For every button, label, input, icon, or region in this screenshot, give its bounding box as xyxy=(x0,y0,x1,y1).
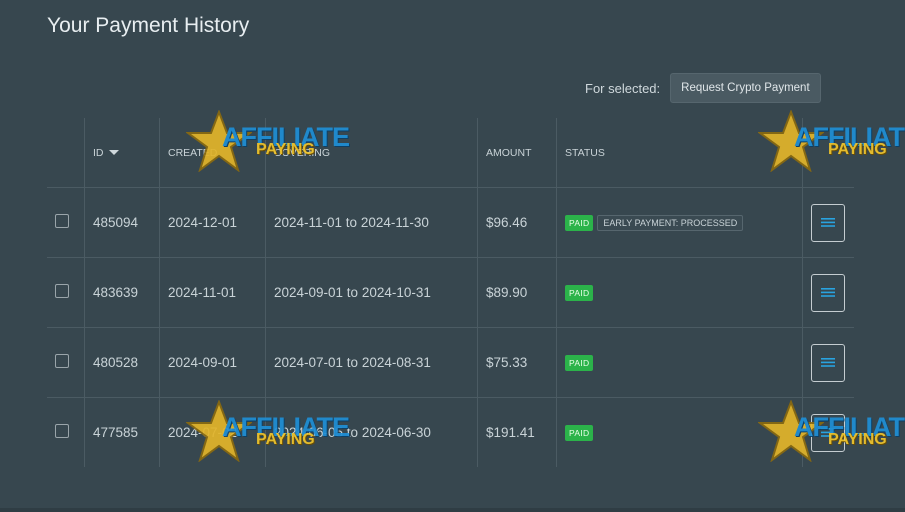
amount-cell: $75.33 xyxy=(477,327,557,398)
id-cell: 480528 xyxy=(84,327,160,398)
covering-cell: 2024-11-01 to 2024-11-30 xyxy=(265,187,478,258)
table-row: 477585 2024-07-02 2024-06-05 to 2024-06-… xyxy=(47,397,855,468)
table-row: 485094 2024-12-01 2024-11-01 to 2024-11-… xyxy=(47,187,854,258)
created-cell: 2024-11-01 xyxy=(159,257,266,328)
covering-column-header: COVERING xyxy=(265,118,478,188)
status-badge: PAID xyxy=(565,424,594,441)
created-cell: 2024-12-01 xyxy=(159,187,266,258)
row-select-cell xyxy=(47,327,85,398)
row-menu-button[interactable] xyxy=(811,413,845,452)
amount-cell: $89.90 xyxy=(477,257,557,328)
hamburger-icon xyxy=(821,218,835,227)
id-cell: 477585 xyxy=(84,397,160,467)
row-select-cell xyxy=(47,257,85,328)
status-cell: PAID xyxy=(556,397,803,467)
bulk-actions: For selected: Request Crypto Payment xyxy=(585,73,821,103)
row-checkbox[interactable] xyxy=(55,424,69,438)
request-crypto-payment-button[interactable]: Request Crypto Payment xyxy=(670,73,821,103)
status-cell: PAID xyxy=(556,327,803,398)
row-actions-cell xyxy=(802,327,854,398)
row-select-cell xyxy=(47,397,85,467)
actions-column-header xyxy=(802,118,854,188)
payment-history-table: ID CREATED COVERING AMOUNT STATUS 485094… xyxy=(47,118,854,467)
covering-cell: 2024-06-05 to 2024-06-30 xyxy=(265,397,478,467)
table-header-row: ID CREATED COVERING AMOUNT STATUS xyxy=(47,118,854,188)
id-cell: 485094 xyxy=(84,187,160,258)
row-checkbox[interactable] xyxy=(55,284,69,298)
covering-cell: 2024-07-01 to 2024-08-31 xyxy=(265,327,478,398)
early-payment-badge: EARLY PAYMENT: PROCESSED xyxy=(597,214,744,231)
row-menu-button[interactable] xyxy=(811,203,845,242)
status-column-header: STATUS xyxy=(556,118,803,188)
for-selected-label: For selected: xyxy=(585,80,661,96)
select-column-header xyxy=(47,118,85,188)
row-menu-button[interactable] xyxy=(811,273,845,312)
covering-cell: 2024-09-01 to 2024-10-31 xyxy=(265,257,478,328)
id-cell: 483639 xyxy=(84,257,160,328)
hamburger-icon xyxy=(821,288,835,297)
amount-cell: $96.46 xyxy=(477,187,557,258)
hamburger-icon xyxy=(821,358,835,367)
status-cell: PAID EARLY PAYMENT: PROCESSED xyxy=(556,187,803,258)
created-column-header: CREATED xyxy=(159,118,266,188)
row-actions-cell xyxy=(803,398,855,468)
table-row: 480528 2024-09-01 2024-07-01 to 2024-08-… xyxy=(47,327,854,398)
status-badge: PAID xyxy=(565,284,594,301)
row-select-cell xyxy=(47,187,85,258)
row-actions-cell xyxy=(802,257,854,328)
amount-column-header: AMOUNT xyxy=(477,118,557,188)
row-actions-cell xyxy=(802,187,854,258)
status-badge: PAID xyxy=(565,214,594,231)
table-row: 483639 2024-11-01 2024-09-01 to 2024-10-… xyxy=(47,257,854,328)
created-cell: 2024-07-02 xyxy=(159,397,266,467)
id-column-header[interactable]: ID xyxy=(84,118,160,188)
page-bottom-edge xyxy=(0,508,905,512)
amount-cell: $191.41 xyxy=(477,397,557,467)
sort-desc-icon xyxy=(108,150,119,156)
status-cell: PAID xyxy=(556,257,803,328)
row-checkbox[interactable] xyxy=(55,354,69,368)
row-checkbox[interactable] xyxy=(55,214,69,228)
page-title: Your Payment History xyxy=(47,14,250,37)
created-cell: 2024-09-01 xyxy=(159,327,266,398)
id-header-label: ID xyxy=(93,146,104,159)
hamburger-icon xyxy=(821,428,835,437)
status-badge: PAID xyxy=(565,354,594,371)
row-menu-button[interactable] xyxy=(811,343,845,382)
